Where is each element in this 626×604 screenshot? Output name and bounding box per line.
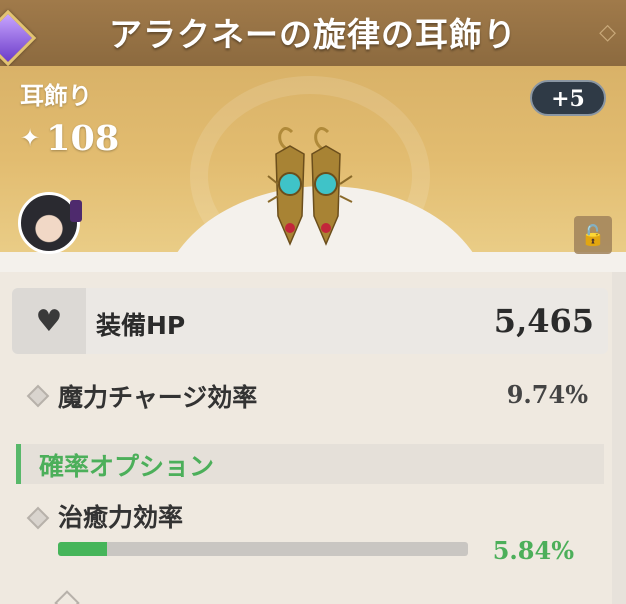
random-option-name: 治癒力効率	[58, 503, 184, 532]
avatar-tag-icon	[70, 200, 82, 222]
diamond-bullet-icon	[26, 506, 50, 530]
diamond-bullet-icon	[54, 590, 80, 604]
sparkle-icon: ✦	[20, 124, 41, 152]
sub-stat-name: 魔力チャージ効率	[58, 383, 258, 412]
earring-item-image	[267, 127, 353, 246]
enhance-level-badge: +5	[530, 80, 606, 116]
random-option-value: 5.84%	[492, 536, 574, 565]
random-options-title: 確率オプション	[39, 452, 215, 481]
item-detail-panel: アラクネーの旋律の耳飾り ◇ 耳飾り ✦ 108 +5 🔓 ♥ 装備HP 5,4…	[0, 0, 626, 604]
main-stat-name: 装備HP	[96, 311, 186, 340]
main-stat-value: 5,465	[493, 302, 594, 340]
power-value: 108	[46, 117, 120, 159]
lock-toggle-button[interactable]: 🔓	[574, 216, 612, 254]
random-options-header: 確率オプション	[16, 444, 604, 484]
item-power: ✦ 108	[20, 117, 120, 159]
title-bar: アラクネーの旋律の耳飾り ◇	[0, 0, 626, 68]
sub-stat-row: 魔力チャージ効率 9.74%	[26, 376, 588, 416]
progress-fill	[58, 542, 108, 556]
heart-icon: ♥	[12, 288, 86, 354]
stats-section: ♥ 装備HP 5,465 魔力チャージ効率 9.74% 確率オプション 治癒力効…	[0, 272, 626, 604]
item-title: アラクネーの旋律の耳飾り	[109, 15, 517, 54]
corner-ornament-icon: ◇	[599, 20, 616, 45]
scrollbar-track[interactable]	[612, 272, 626, 604]
sub-stat-value: 9.74%	[506, 380, 588, 409]
random-option-progress-bar	[58, 542, 468, 556]
main-stat-row: ♥ 装備HP 5,465	[12, 288, 608, 354]
item-type-label: 耳飾り	[20, 82, 92, 110]
diamond-bullet-icon	[26, 384, 50, 408]
random-option-row: 治癒力効率	[26, 498, 588, 538]
unlocked-padlock-icon: 🔓	[580, 223, 606, 247]
